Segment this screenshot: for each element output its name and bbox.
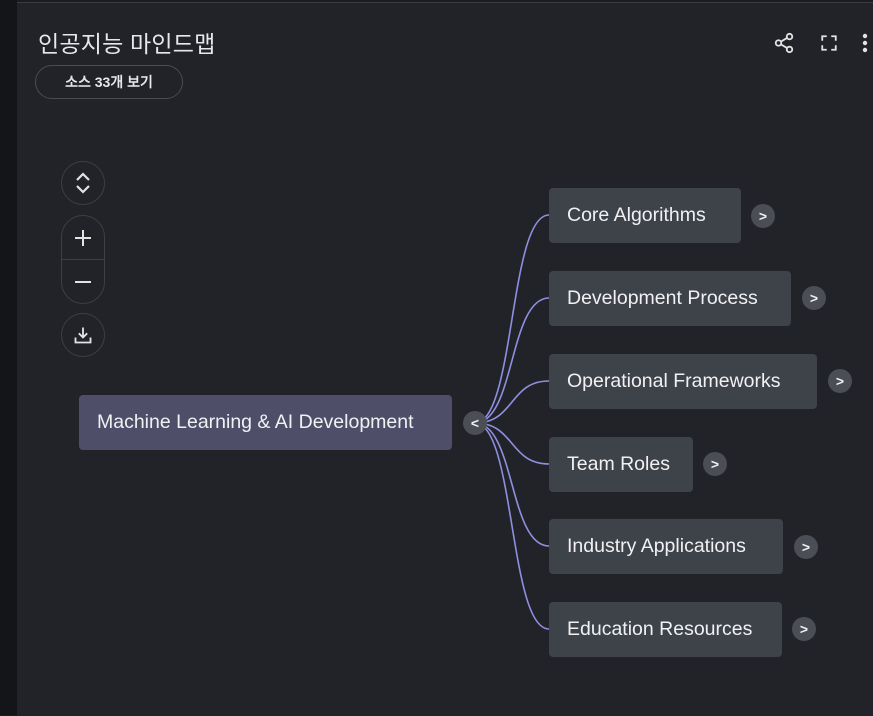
child-node-industry-applications[interactable]: Industry Applications bbox=[549, 519, 783, 574]
child-node-label: Industry Applications bbox=[567, 535, 746, 557]
link-5 bbox=[474, 422, 550, 630]
expand-toggle-education-resources[interactable]: > bbox=[792, 617, 816, 641]
mindmap-panel: 인공지능 마인드맵 소스 33개 보기 Machine Learning & A… bbox=[17, 2, 873, 716]
child-node-label: Operational Frameworks bbox=[567, 370, 781, 392]
child-node-development-process[interactable]: Development Process bbox=[549, 271, 791, 326]
child-node-label: Core Algorithms bbox=[567, 204, 706, 226]
expand-toggle-industry-applications[interactable]: > bbox=[794, 535, 818, 559]
expand-toggle-development-process[interactable]: > bbox=[802, 286, 826, 310]
root-node-label: Machine Learning & AI Development bbox=[97, 411, 414, 433]
child-node-label: Education Resources bbox=[567, 618, 753, 640]
expand-toggle-core-algorithms[interactable]: > bbox=[751, 204, 775, 228]
root-node[interactable]: Machine Learning & AI Development bbox=[79, 395, 452, 450]
child-node-team-roles[interactable]: Team Roles bbox=[549, 437, 693, 492]
expand-toggle-team-roles[interactable]: > bbox=[703, 452, 727, 476]
child-node-core-algorithms[interactable]: Core Algorithms bbox=[549, 188, 741, 243]
child-node-operational-frameworks[interactable]: Operational Frameworks bbox=[549, 354, 817, 409]
root-collapse-toggle[interactable]: < bbox=[463, 411, 487, 435]
child-node-label: Development Process bbox=[567, 287, 758, 309]
expand-toggle-operational-frameworks[interactable]: > bbox=[828, 369, 852, 393]
child-node-label: Team Roles bbox=[567, 453, 670, 475]
left-edge-strip bbox=[0, 0, 17, 715]
child-node-education-resources[interactable]: Education Resources bbox=[549, 602, 782, 657]
link-0 bbox=[474, 214, 550, 424]
